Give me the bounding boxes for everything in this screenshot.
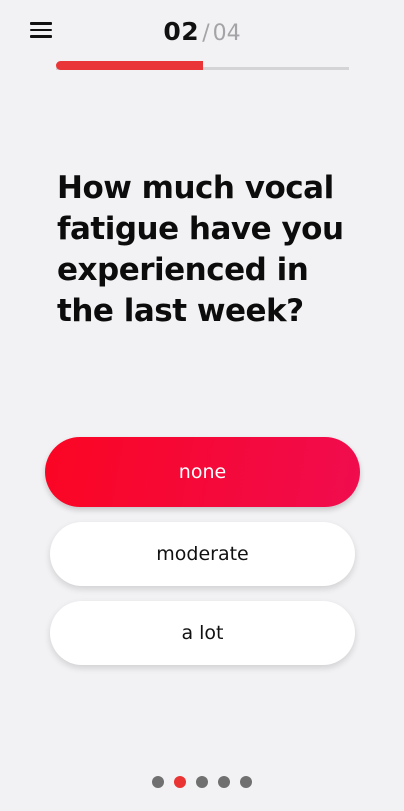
step-total: 04 (212, 21, 241, 46)
survey-screen: 02/04 How much vocal fatigue have you ex… (0, 0, 404, 811)
step-current: 02 (163, 17, 200, 46)
option-a-lot-button[interactable]: a lot (50, 601, 355, 665)
option-moderate-button[interactable]: moderate (50, 522, 355, 586)
progress-bar (56, 61, 349, 70)
pagination-dot[interactable] (152, 776, 164, 788)
pagination-dots (0, 776, 404, 789)
pagination-dot[interactable] (218, 776, 230, 788)
pagination-dot[interactable] (174, 776, 186, 788)
option-none-button[interactable]: none (45, 437, 360, 507)
progress-fill (56, 61, 203, 70)
pagination-dot[interactable] (196, 776, 208, 788)
step-separator: / (202, 21, 210, 46)
question-title: How much vocal fatigue have you experien… (57, 170, 344, 329)
step-counter: 02/04 (0, 15, 404, 52)
pagination-dot[interactable] (240, 776, 252, 788)
